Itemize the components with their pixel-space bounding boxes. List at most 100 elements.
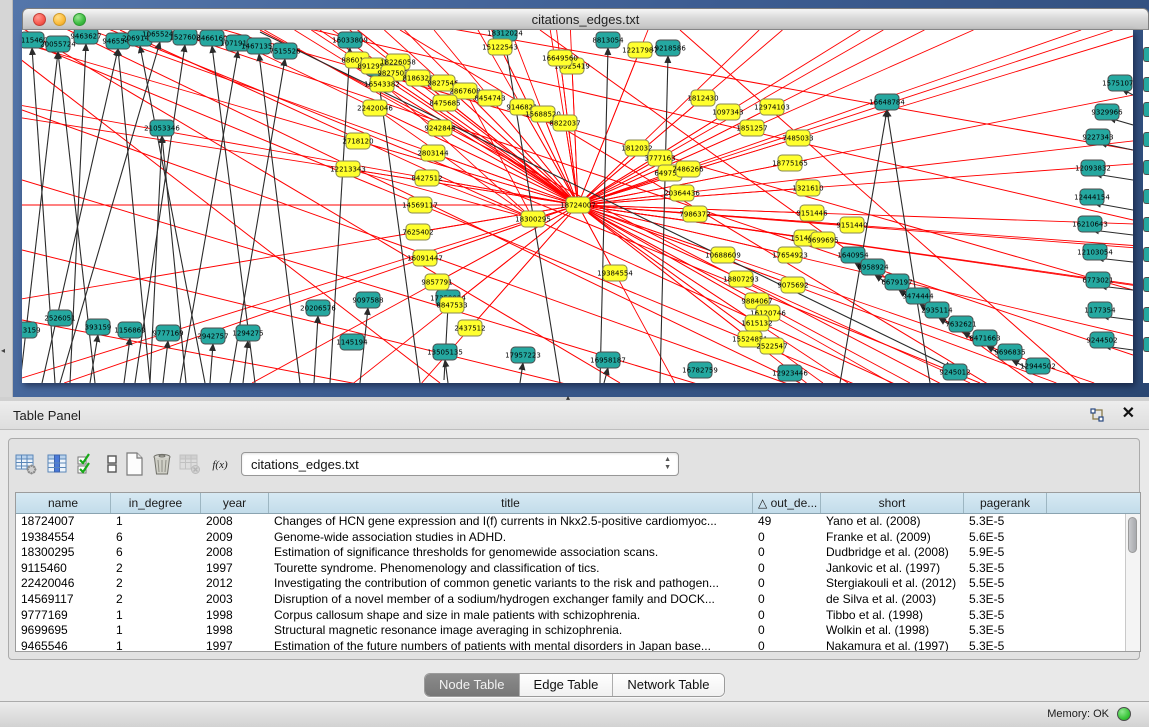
table-row[interactable]: 969969511998Structural magnetic resonanc… (16, 623, 1140, 639)
graph-node[interactable]: 9857791 (421, 274, 452, 290)
graph-node[interactable]: 2718120 (342, 133, 373, 149)
graph-node[interactable]: 20206576 (300, 300, 336, 316)
graph-node[interactable]: 7632621 (945, 316, 976, 332)
table-row[interactable]: 946554611997Estimation of the future num… (16, 639, 1140, 652)
scrollbar-thumb[interactable] (1128, 517, 1137, 553)
graph-node[interactable]: 1156869 (114, 322, 145, 338)
graph-node[interactable]: 8471663 (969, 330, 1000, 346)
column-header-out-de-[interactable]: △ out_de... (753, 493, 821, 513)
column-header-year[interactable]: year (201, 493, 269, 513)
graph-node[interactable]: 8822037 (549, 115, 580, 131)
graph-node[interactable]: 9151446 (796, 205, 828, 221)
graph-node[interactable]: 10688609 (705, 247, 741, 263)
graph-node[interactable]: 393159 (85, 319, 112, 335)
graph-node[interactable]: 9245012 (939, 364, 970, 380)
column-select-button[interactable] (44, 451, 70, 477)
graph-node[interactable]: 9244502 (1086, 332, 1117, 348)
graph-edge-black[interactable] (887, 110, 930, 383)
graph-node[interactable]: 2803144 (417, 145, 449, 161)
graph-node[interactable]: 2437512 (454, 320, 485, 336)
column-header-title[interactable]: title (269, 493, 753, 513)
graph-node[interactable]: 9699695 (807, 232, 838, 248)
graph-node[interactable]: 17654923 (772, 247, 808, 263)
table-row[interactable]: 1830029562008Estimation of significance … (16, 545, 1140, 561)
graph-node[interactable]: 12444154 (1074, 189, 1110, 205)
graph-node[interactable]: 2526051 (44, 310, 75, 326)
graph-node[interactable]: 1097343 (712, 104, 743, 120)
column-header-short[interactable]: short (821, 493, 964, 513)
graph-node[interactable]: 1851257 (736, 120, 767, 136)
graph-node[interactable]: 12213343 (330, 161, 366, 177)
table-row[interactable]: 1456911722003Disruption of a novel membe… (16, 592, 1140, 608)
graph-edge-red[interactable] (22, 30, 1133, 150)
graph-node[interactable]: 8813054 (592, 32, 624, 48)
table-row[interactable]: 911546021997Tourette syndrome. Phenomeno… (16, 561, 1140, 577)
graph-edge-black[interactable] (445, 360, 448, 383)
graph-node[interactable]: 7986372 (679, 206, 710, 222)
graph-edge-red[interactable] (22, 205, 578, 378)
graph-node[interactable]: 3913159 (22, 322, 41, 338)
graph-node[interactable]: 7486266 (672, 161, 704, 177)
graph-node[interactable]: 6773021 (1082, 272, 1113, 288)
close-panel-icon[interactable]: ✕ (1122, 405, 1135, 423)
graph-node[interactable]: 7515526 (269, 43, 301, 59)
tab-edge-table[interactable]: Edge Table (520, 674, 614, 696)
graph-node[interactable]: 16958187 (590, 352, 626, 368)
graph-edge-black[interactable] (660, 56, 668, 383)
graph-edge-red[interactable] (440, 128, 578, 205)
column-header-pagerank[interactable]: pagerank (964, 493, 1047, 513)
table-selector-dropdown[interactable]: citations_edges.txt ▲▼ (241, 452, 679, 476)
graph-node[interactable]: 1812430 (687, 90, 718, 106)
graph-node[interactable]: 1294275 (232, 325, 263, 341)
table-row[interactable]: 1938455462009Genome-wide association stu… (16, 530, 1140, 546)
graph-node[interactable]: 9696835 (994, 344, 1025, 360)
column-header-name[interactable]: name (16, 493, 111, 513)
graph-node[interactable]: 9463627 (70, 30, 101, 44)
graph-node[interactable]: 9329966 (1091, 104, 1123, 120)
graph-node[interactable]: 1177354 (1084, 302, 1116, 318)
graph-node[interactable]: 2522547 (756, 338, 787, 354)
graph-node[interactable]: 1615132 (741, 315, 772, 331)
select-all-columns-button[interactable] (73, 451, 99, 477)
graph-edge-black[interactable] (330, 48, 350, 383)
collapse-left-arrow-icon[interactable]: ◂ (1, 346, 5, 355)
graph-edge-red[interactable] (578, 205, 757, 323)
column-header-in-degree[interactable]: in_degree (111, 493, 201, 513)
graph-node[interactable]: 7485033 (782, 130, 813, 146)
tab-node-table[interactable]: Node Table (425, 674, 520, 696)
graph-node[interactable]: 1145194 (336, 334, 368, 350)
graph-node[interactable]: 6679197 (881, 274, 912, 290)
graph-node[interactable]: 9227343 (1082, 129, 1113, 145)
graph-node[interactable]: 15751074 (1102, 75, 1133, 91)
graph-node[interactable]: 12923446 (772, 365, 808, 381)
graph-node[interactable]: 8847533 (436, 297, 467, 313)
graph-node[interactable]: 1321610 (792, 180, 823, 196)
graph-edge-black[interactable] (314, 316, 318, 383)
table-row[interactable]: 1872400712008Changes of HCN gene express… (16, 514, 1140, 530)
network-canvas[interactable]: 9115460200557249463627946554620691406106… (22, 30, 1133, 383)
graph-node[interactable]: 16782759 (682, 362, 718, 378)
graph-node[interactable]: 8475685 (429, 95, 460, 111)
graph-node[interactable]: 2942757 (197, 328, 228, 344)
graph-node[interactable]: 7625402 (402, 224, 433, 240)
graph-node[interactable]: 8454743 (474, 90, 505, 106)
graph-node[interactable]: 12103054 (1077, 244, 1113, 260)
graph-node[interactable]: 12093832 (1075, 160, 1111, 176)
tab-network-table[interactable]: Network Table (613, 674, 723, 696)
graph-node[interactable]: 9075692 (777, 277, 808, 293)
function-builder-button[interactable]: f(x) (207, 451, 233, 477)
graph-node[interactable]: 9777169 (152, 325, 183, 341)
graph-node[interactable]: 8958924 (857, 259, 889, 275)
delete-rows-button[interactable] (149, 451, 175, 477)
graph-node[interactable]: 16210643 (1072, 216, 1108, 232)
graph-node[interactable]: 9151440 (836, 217, 867, 233)
graph-node[interactable]: 3777163 (644, 150, 675, 166)
graph-node[interactable]: 2935114 (921, 302, 953, 318)
graph-edge-black[interactable] (162, 136, 186, 383)
graph-node[interactable]: 16091447 (407, 250, 443, 266)
graph-edge-red[interactable] (427, 178, 533, 219)
new-table-button[interactable] (121, 451, 147, 477)
graph-edge-black[interactable] (210, 344, 213, 383)
graph-node[interactable]: 9242844 (424, 120, 456, 136)
graph-node[interactable]: 18775165 (772, 155, 808, 171)
